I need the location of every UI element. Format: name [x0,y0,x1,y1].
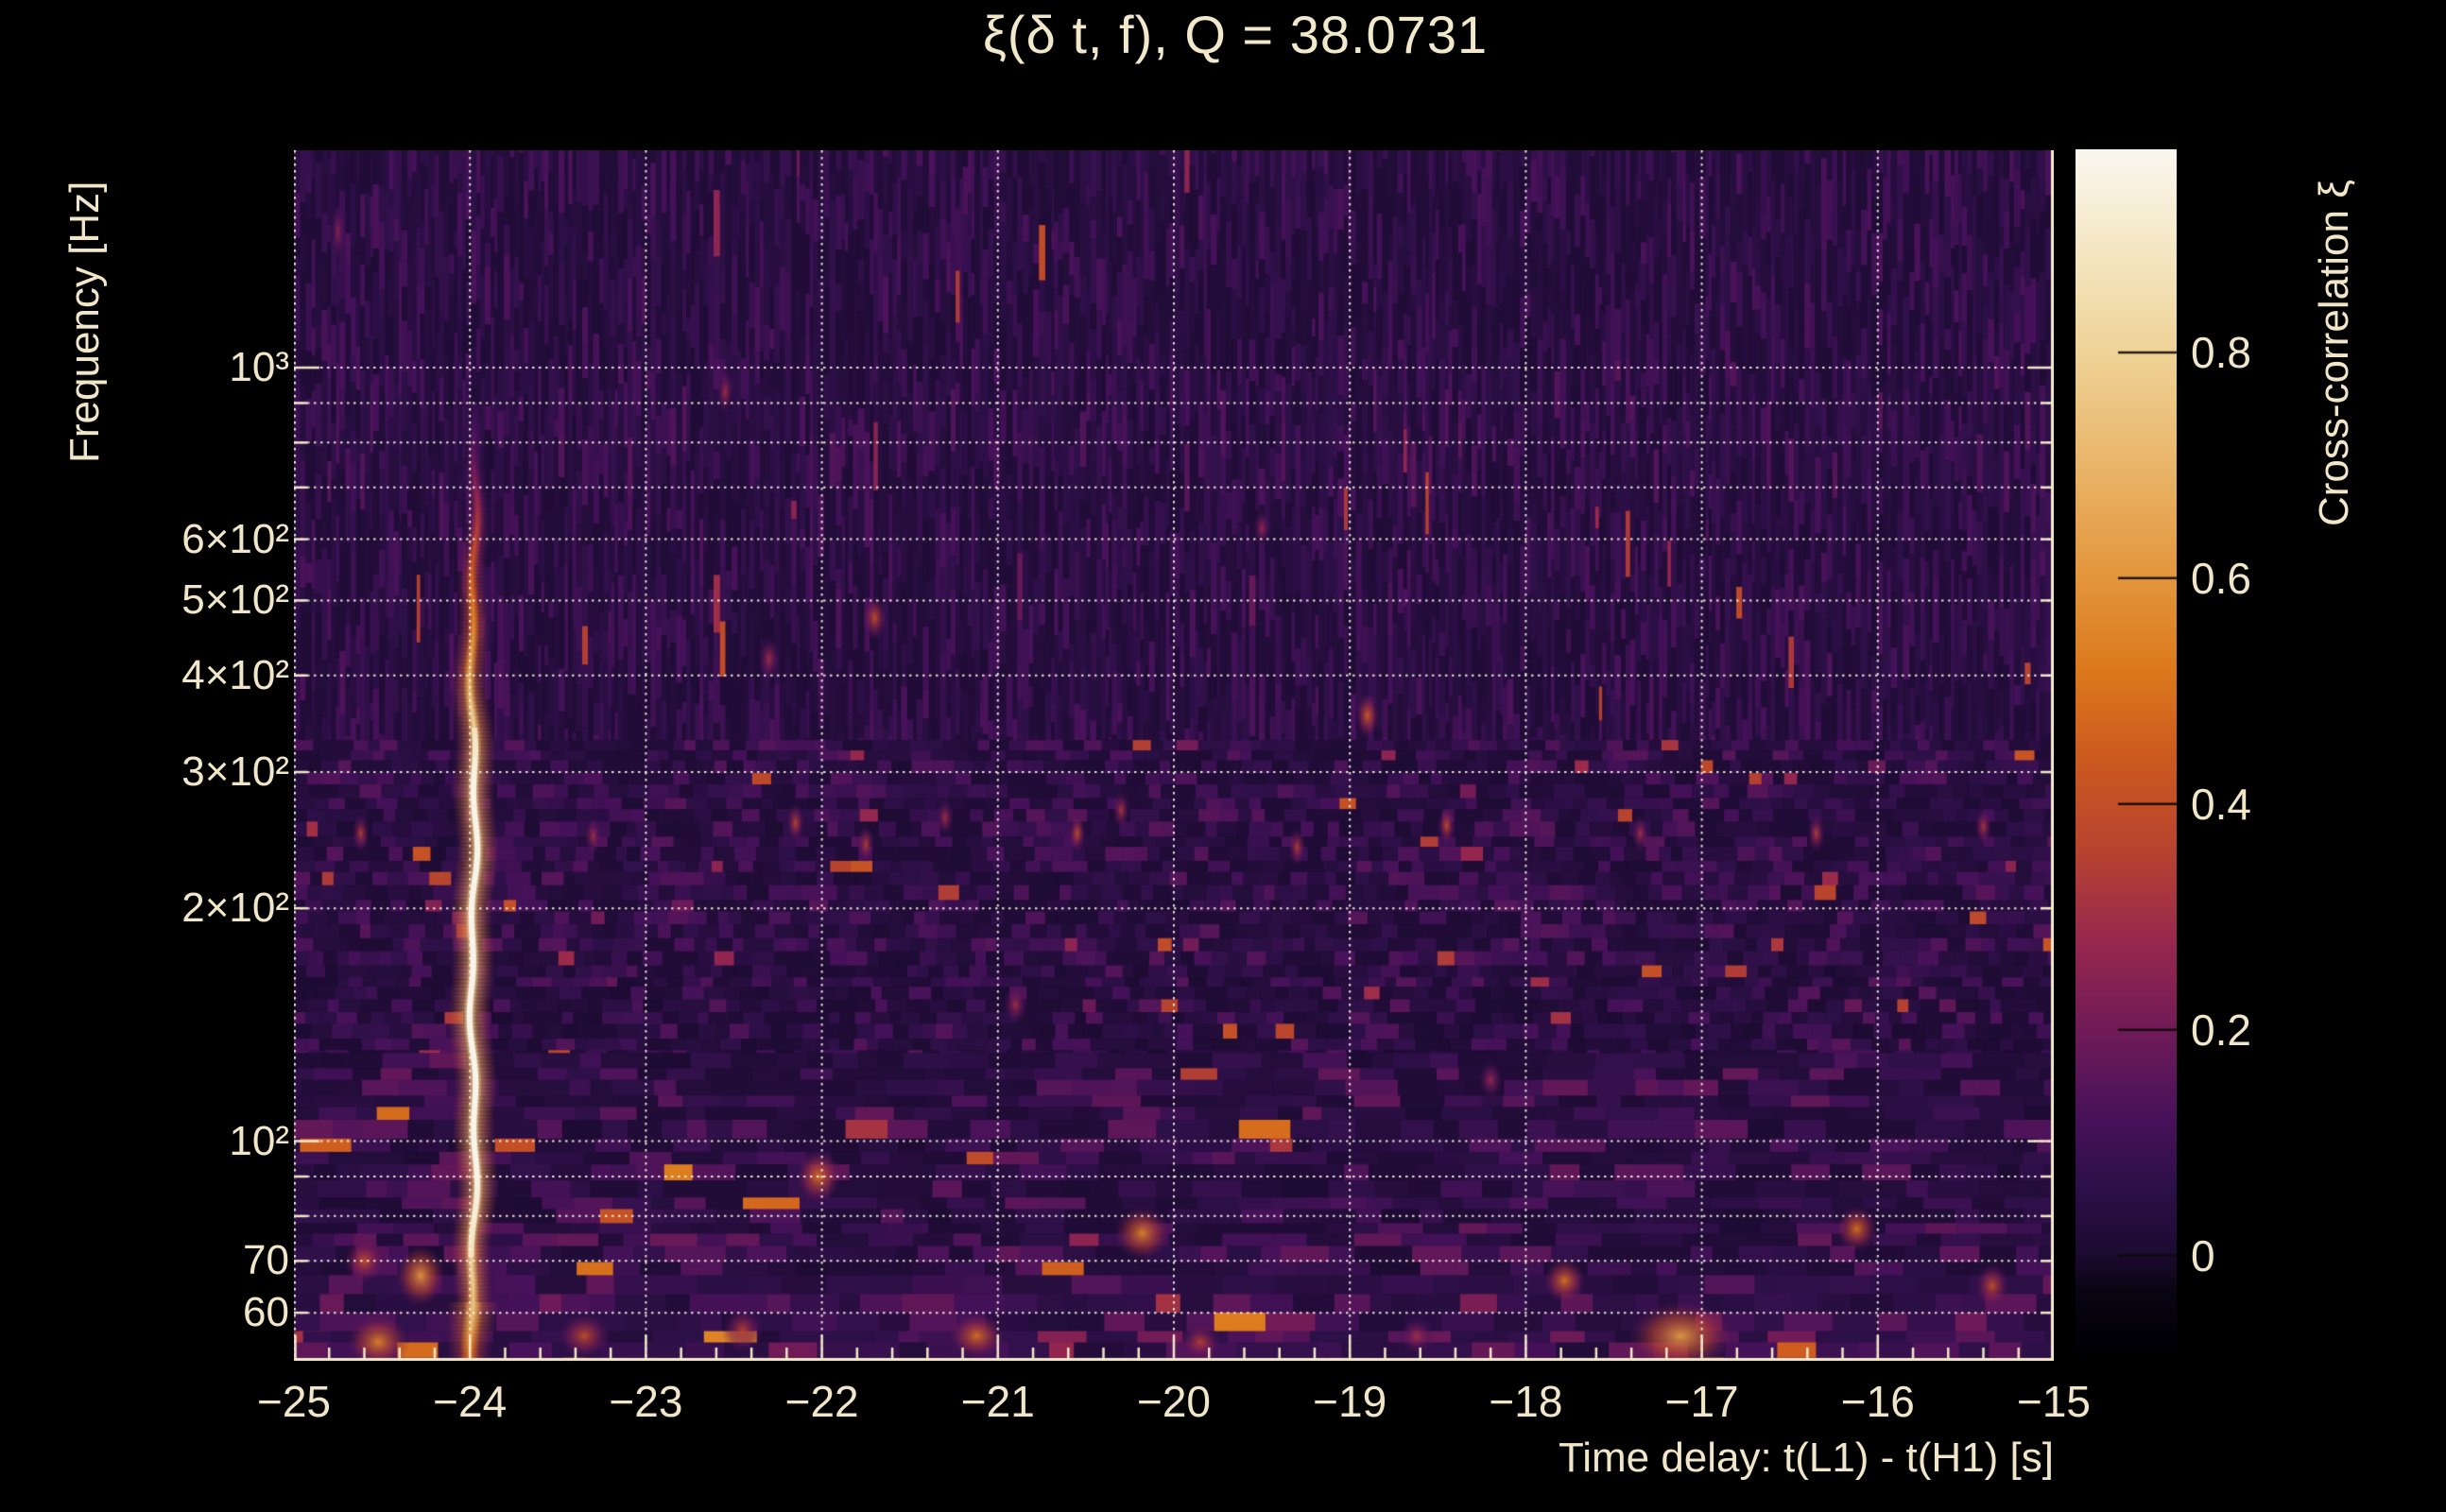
colorbar-tick-label: 0 [2191,1230,2215,1280]
y-tick-label: 70 [243,1237,289,1284]
x-tick-label: −18 [1489,1377,1563,1426]
y-tick-label: 10³ [229,344,289,391]
x-tick-labels: −25 −24 −23 −22 −21 −20 −19 −18 −17 −16 −15 [257,1376,2091,1433]
colorbar-label: Cross-correlation ξ [2311,180,2357,527]
y-tick-label: 5×10² [181,576,289,624]
x-tick-label: −25 [256,1377,332,1426]
spectrogram-canvas [294,150,2054,1361]
x-tick-label: −20 [1136,1377,1212,1426]
y-tick-labels: 10³ 6×10² 5×10² 4×10² 3×10² 2×10² 10² 70 60 [57,150,289,1361]
y-tick-label: 4×10² [181,651,289,698]
y-tick-label: 2×10² [181,885,289,932]
colorbar-tick-label: 0.6 [2191,553,2251,603]
y-tick-label: 60 [243,1289,289,1336]
colorbar-tick-label: 0.2 [2191,1005,2251,1055]
x-tick-label: −19 [1313,1377,1387,1426]
y-tick-label: 10² [229,1117,289,1164]
colorbar [2076,149,2177,1357]
chart-title: ξ(δ t, f), Q = 38.0731 [982,5,1489,64]
x-tick-label: −17 [1664,1377,1739,1426]
x-tick-label: −16 [1840,1377,1915,1426]
y-tick-label: 6×10² [181,515,289,562]
x-tick-label: −23 [609,1377,683,1426]
colorbar-tick-label: 0.4 [2191,779,2251,829]
x-tick-label: −22 [784,1377,859,1426]
x-axis-label: Time delay: t(L1) - t(H1) [s] [1558,1435,2054,1481]
x-tick-label: −24 [433,1377,508,1426]
x-tick-label: −21 [960,1377,1035,1426]
y-tick-label: 3×10² [181,748,289,795]
x-tick-label: −15 [2016,1377,2092,1426]
colorbar-tick-label: 0.8 [2191,327,2251,377]
